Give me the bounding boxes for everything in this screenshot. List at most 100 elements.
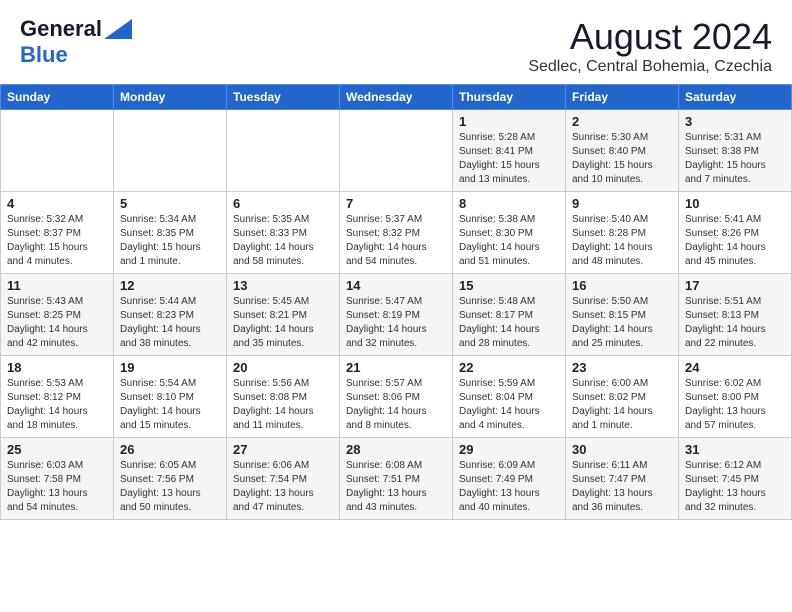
day-info: Sunrise: 5:28 AM Sunset: 8:41 PM Dayligh… [459, 131, 559, 187]
calendar-day-cell: 14 Sunrise: 5:47 AM Sunset: 8:19 PM Dayli… [340, 274, 453, 356]
calendar-week-row: 18Sunrise: 5:53 AM Sunset: 8:12 PM Dayli… [1, 356, 792, 438]
calendar-day-cell: 20 Sunrise: 5:56 AM Sunset: 8:08 PM Dayli… [227, 356, 340, 438]
day-number: 10 [685, 196, 785, 211]
calendar-week-row: 25 Sunrise: 6:03 AM Sunset: 7:58 PM Dayli… [1, 438, 792, 520]
calendar-week-row: 4Sunrise: 5:32 AM Sunset: 8:37 PM Daylig… [1, 192, 792, 274]
day-number: 15 [459, 278, 559, 293]
main-title: August 2024 [528, 16, 772, 58]
day-info: Sunrise: 5:50 AM Sunset: 8:15 PM Dayligh… [572, 295, 672, 351]
day-number: 20 [233, 360, 333, 375]
day-number: 24 [685, 360, 785, 375]
day-info: Sunrise: 5:43 AM Sunset: 8:25 PM Dayligh… [7, 295, 107, 351]
calendar-week-row: 1 Sunrise: 5:28 AM Sunset: 8:41 PM Daylig… [1, 110, 792, 192]
day-info: Sunrise: 5:34 AM Sunset: 8:35 PM Dayligh… [120, 213, 220, 269]
calendar-day-cell: 13Sunrise: 5:45 AM Sunset: 8:21 PM Dayli… [227, 274, 340, 356]
calendar-table: SundayMondayTuesdayWednesdayThursdayFrid… [0, 84, 792, 520]
logo-general-text: General [20, 16, 102, 42]
day-info: Sunrise: 5:37 AM Sunset: 8:32 PM Dayligh… [346, 213, 446, 269]
day-info: Sunrise: 6:08 AM Sunset: 7:51 PM Dayligh… [346, 459, 446, 515]
day-info: Sunrise: 5:44 AM Sunset: 8:23 PM Dayligh… [120, 295, 220, 351]
day-number: 17 [685, 278, 785, 293]
day-number: 16 [572, 278, 672, 293]
day-info: Sunrise: 6:02 AM Sunset: 8:00 PM Dayligh… [685, 377, 785, 433]
calendar-day-cell [340, 110, 453, 192]
day-number: 26 [120, 442, 220, 457]
day-number: 22 [459, 360, 559, 375]
calendar-day-cell: 28 Sunrise: 6:08 AM Sunset: 7:51 PM Dayli… [340, 438, 453, 520]
day-number: 3 [685, 114, 785, 129]
day-info: Sunrise: 5:59 AM Sunset: 8:04 PM Dayligh… [459, 377, 559, 433]
calendar-day-cell: 18Sunrise: 5:53 AM Sunset: 8:12 PM Dayli… [1, 356, 114, 438]
calendar-day-cell: 24 Sunrise: 6:02 AM Sunset: 8:00 PM Dayli… [679, 356, 792, 438]
calendar-day-cell: 6Sunrise: 5:35 AM Sunset: 8:33 PM Daylig… [227, 192, 340, 274]
calendar-day-cell: 11 Sunrise: 5:43 AM Sunset: 8:25 PM Dayli… [1, 274, 114, 356]
day-info: Sunrise: 5:53 AM Sunset: 8:12 PM Dayligh… [7, 377, 107, 433]
day-number: 13 [233, 278, 333, 293]
day-info: Sunrise: 5:54 AM Sunset: 8:10 PM Dayligh… [120, 377, 220, 433]
day-number: 31 [685, 442, 785, 457]
calendar-day-cell: 2 Sunrise: 5:30 AM Sunset: 8:40 PM Daylig… [566, 110, 679, 192]
day-info: Sunrise: 5:47 AM Sunset: 8:19 PM Dayligh… [346, 295, 446, 351]
calendar-day-cell: 5Sunrise: 5:34 AM Sunset: 8:35 PM Daylig… [114, 192, 227, 274]
calendar-day-cell [227, 110, 340, 192]
calendar-header-day-saturday: Saturday [679, 85, 792, 110]
calendar-day-cell: 4Sunrise: 5:32 AM Sunset: 8:37 PM Daylig… [1, 192, 114, 274]
day-info: Sunrise: 6:03 AM Sunset: 7:58 PM Dayligh… [7, 459, 107, 515]
day-number: 1 [459, 114, 559, 129]
calendar-day-cell: 26Sunrise: 6:05 AM Sunset: 7:56 PM Dayli… [114, 438, 227, 520]
calendar-day-cell: 29Sunrise: 6:09 AM Sunset: 7:49 PM Dayli… [453, 438, 566, 520]
subtitle: Sedlec, Central Bohemia, Czechia [528, 58, 772, 76]
day-info: Sunrise: 5:31 AM Sunset: 8:38 PM Dayligh… [685, 131, 785, 187]
day-number: 25 [7, 442, 107, 457]
day-info: Sunrise: 6:12 AM Sunset: 7:45 PM Dayligh… [685, 459, 785, 515]
day-number: 9 [572, 196, 672, 211]
day-info: Sunrise: 6:11 AM Sunset: 7:47 PM Dayligh… [572, 459, 672, 515]
logo-blue-text: Blue [20, 42, 68, 67]
day-info: Sunrise: 5:40 AM Sunset: 8:28 PM Dayligh… [572, 213, 672, 269]
day-number: 2 [572, 114, 672, 129]
calendar-day-cell: 19 Sunrise: 5:54 AM Sunset: 8:10 PM Dayli… [114, 356, 227, 438]
calendar-day-cell: 10 Sunrise: 5:41 AM Sunset: 8:26 PM Dayli… [679, 192, 792, 274]
day-number: 11 [7, 278, 107, 293]
day-info: Sunrise: 5:38 AM Sunset: 8:30 PM Dayligh… [459, 213, 559, 269]
day-number: 8 [459, 196, 559, 211]
calendar-day-cell: 27Sunrise: 6:06 AM Sunset: 7:54 PM Dayli… [227, 438, 340, 520]
calendar-header-day-friday: Friday [566, 85, 679, 110]
calendar-week-row: 11 Sunrise: 5:43 AM Sunset: 8:25 PM Dayli… [1, 274, 792, 356]
day-number: 14 [346, 278, 446, 293]
day-info: Sunrise: 6:06 AM Sunset: 7:54 PM Dayligh… [233, 459, 333, 515]
header: General Blue August 2024 Sedlec, Central… [0, 0, 792, 84]
calendar-day-cell: 8 Sunrise: 5:38 AM Sunset: 8:30 PM Daylig… [453, 192, 566, 274]
logo: General Blue [20, 16, 132, 68]
calendar-day-cell [114, 110, 227, 192]
logo-icon [104, 19, 132, 39]
calendar-day-cell: 12 Sunrise: 5:44 AM Sunset: 8:23 PM Dayli… [114, 274, 227, 356]
calendar-header-day-wednesday: Wednesday [340, 85, 453, 110]
calendar-header-day-sunday: Sunday [1, 85, 114, 110]
calendar-day-cell: 22 Sunrise: 5:59 AM Sunset: 8:04 PM Dayli… [453, 356, 566, 438]
calendar-day-cell: 7 Sunrise: 5:37 AM Sunset: 8:32 PM Daylig… [340, 192, 453, 274]
day-info: Sunrise: 5:32 AM Sunset: 8:37 PM Dayligh… [7, 213, 107, 269]
day-number: 28 [346, 442, 446, 457]
day-number: 23 [572, 360, 672, 375]
day-info: Sunrise: 5:56 AM Sunset: 8:08 PM Dayligh… [233, 377, 333, 433]
day-info: Sunrise: 5:51 AM Sunset: 8:13 PM Dayligh… [685, 295, 785, 351]
day-number: 19 [120, 360, 220, 375]
day-info: Sunrise: 5:30 AM Sunset: 8:40 PM Dayligh… [572, 131, 672, 187]
calendar-day-cell: 1 Sunrise: 5:28 AM Sunset: 8:41 PM Daylig… [453, 110, 566, 192]
day-number: 12 [120, 278, 220, 293]
calendar-day-cell: 21 Sunrise: 5:57 AM Sunset: 8:06 PM Dayli… [340, 356, 453, 438]
day-info: Sunrise: 5:41 AM Sunset: 8:26 PM Dayligh… [685, 213, 785, 269]
day-number: 21 [346, 360, 446, 375]
day-info: Sunrise: 5:57 AM Sunset: 8:06 PM Dayligh… [346, 377, 446, 433]
day-number: 7 [346, 196, 446, 211]
day-info: Sunrise: 6:00 AM Sunset: 8:02 PM Dayligh… [572, 377, 672, 433]
calendar-day-cell: 15Sunrise: 5:48 AM Sunset: 8:17 PM Dayli… [453, 274, 566, 356]
calendar-day-cell: 16 Sunrise: 5:50 AM Sunset: 8:15 PM Dayli… [566, 274, 679, 356]
calendar-day-cell: 23 Sunrise: 6:00 AM Sunset: 8:02 PM Dayli… [566, 356, 679, 438]
calendar-header-row: SundayMondayTuesdayWednesdayThursdayFrid… [1, 85, 792, 110]
day-number: 6 [233, 196, 333, 211]
calendar-day-cell: 3 Sunrise: 5:31 AM Sunset: 8:38 PM Daylig… [679, 110, 792, 192]
calendar-header-day-thursday: Thursday [453, 85, 566, 110]
calendar-day-cell [1, 110, 114, 192]
